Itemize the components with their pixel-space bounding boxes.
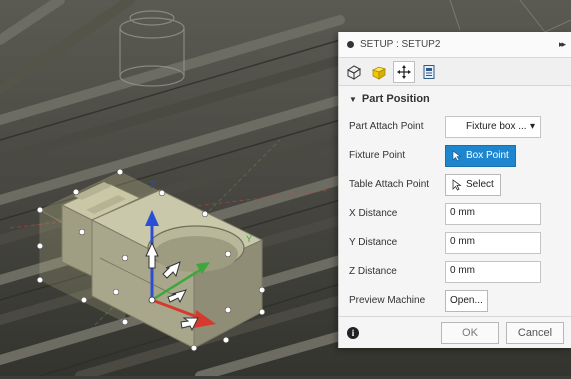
z-distance-label: Z Distance: [349, 266, 397, 277]
move-arrows-icon: [397, 64, 411, 79]
tab-stock[interactable]: [368, 61, 390, 83]
dialog-footer: i OK Cancel: [339, 316, 571, 348]
dropdown-value: Fixture box ...: [466, 121, 527, 132]
part-position-section-header[interactable]: ▼ Part Position: [339, 86, 571, 112]
table-attach-point-row: Table Attach Point Select: [339, 170, 571, 199]
part-attach-point-row: Part Attach Point Fixture box ... ▾: [339, 112, 571, 141]
fixture-point-label: Fixture Point: [349, 150, 406, 161]
cursor-arrow-icon: [452, 149, 462, 161]
info-icon[interactable]: i: [347, 326, 359, 339]
collapse-triangle-icon: ▼: [349, 94, 357, 104]
section-title: Part Position: [361, 93, 430, 105]
x-distance-row: X Distance 0 mm: [339, 199, 571, 228]
table-attach-point-value: Select: [466, 179, 494, 190]
y-axis-label: Y: [246, 234, 252, 244]
ok-button[interactable]: OK: [441, 321, 499, 344]
preview-machine-row: Preview Machine Open...: [339, 286, 571, 315]
y-distance-row: Y Distance 0 mm: [339, 228, 571, 257]
dialog-title-bar[interactable]: SETUP : SETUP2 ▸▸: [339, 32, 571, 58]
tab-position[interactable]: [393, 60, 415, 83]
preview-machine-label: Preview Machine: [349, 295, 426, 306]
part-attach-point-label: Part Attach Point: [349, 121, 424, 132]
stock-box-icon: [371, 66, 387, 80]
dialog-title: SETUP : SETUP2: [360, 39, 441, 50]
y-distance-input[interactable]: 0 mm: [445, 231, 541, 254]
expand-icon[interactable]: ▸▸: [559, 39, 566, 50]
table-attach-point-label: Table Attach Point: [349, 179, 430, 190]
fixture-point-select-button[interactable]: Box Point: [445, 144, 516, 167]
y-distance-label: Y Distance: [349, 237, 398, 248]
cursor-arrow-icon: [452, 178, 462, 191]
dialog-tabs: [339, 58, 571, 86]
chevron-down-icon: ▾: [529, 121, 535, 132]
setup-dialog: SETUP : SETUP2 ▸▸ ▼ Part Position Part A…: [338, 32, 571, 348]
setup-outline-icon: [347, 64, 361, 80]
preview-machine-open-button[interactable]: Open...: [445, 289, 488, 312]
x-distance-label: X Distance: [349, 208, 398, 219]
post-process-icon: [423, 64, 435, 79]
x-distance-input[interactable]: 0 mm: [445, 202, 541, 225]
part-attach-point-dropdown[interactable]: Fixture box ... ▾: [445, 115, 541, 138]
table-attach-point-select-button[interactable]: Select: [445, 173, 501, 196]
fixture-point-value: Box Point: [466, 150, 509, 161]
fixture-point-row: Fixture Point Box Point: [339, 141, 571, 170]
tab-post-process[interactable]: [418, 61, 440, 83]
z-distance-row: Z Distance 0 mm: [339, 257, 571, 286]
cancel-button[interactable]: Cancel: [506, 321, 564, 344]
z-axis-label: Z: [150, 180, 156, 190]
tab-setup[interactable]: [343, 61, 365, 83]
z-distance-input[interactable]: 0 mm: [445, 260, 541, 283]
dialog-status-icon: [347, 41, 354, 48]
